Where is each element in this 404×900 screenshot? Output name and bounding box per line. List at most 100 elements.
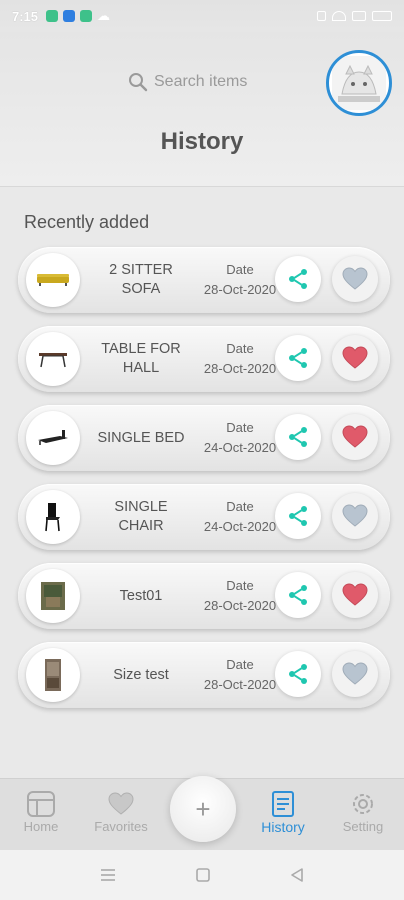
home-icon [27, 791, 55, 817]
favorite-button[interactable] [332, 414, 378, 460]
date-value: 24-Oct-2020 [203, 440, 277, 455]
sofa-icon [37, 274, 69, 286]
share-icon [289, 269, 307, 289]
nav-favorites[interactable]: Favorites [86, 789, 156, 834]
heart-icon [342, 504, 368, 527]
share-icon [289, 664, 307, 684]
share-button[interactable] [275, 651, 321, 697]
battery-icon [372, 11, 392, 21]
avatar-image [332, 56, 386, 110]
bottom-nav: Home Favorites + History Setting [0, 776, 404, 850]
favorite-button[interactable] [332, 256, 378, 302]
date-label: Date [226, 657, 254, 672]
nav-setting-label: Setting [342, 819, 384, 834]
list-item[interactable]: SINGLE BED Date 24-Oct-2020 [18, 405, 390, 471]
notification-icon [63, 10, 76, 22]
heart-icon [342, 583, 368, 606]
chair-icon [45, 503, 60, 532]
status-time: 7:15 [12, 8, 39, 24]
bed-icon [38, 430, 68, 445]
heart-icon [342, 346, 368, 369]
wifi-icon [332, 11, 346, 21]
share-button[interactable] [275, 414, 321, 460]
item-date-block: Date 24-Oct-2020 [200, 418, 280, 458]
item-thumbnail [26, 490, 80, 544]
favorite-button[interactable] [332, 572, 378, 618]
share-button[interactable] [275, 335, 321, 381]
nav-home[interactable]: Home [6, 789, 76, 834]
item-thumbnail [26, 332, 80, 386]
history-list: 2 SITTER SOFA Date 28-Oct-2020 TABLE FOR… [18, 247, 390, 721]
nav-history-label: History [261, 819, 305, 835]
list-item[interactable]: Size test Date 28-Oct-2020 [18, 642, 390, 708]
share-button[interactable] [275, 256, 321, 302]
heart-icon [342, 267, 368, 290]
gear-icon [353, 794, 373, 814]
nav-favorites-label: Favorites [94, 819, 148, 834]
item-thumbnail [26, 569, 80, 623]
date-value: 24-Oct-2020 [203, 519, 277, 534]
cloud-icon: ☁ [97, 8, 111, 23]
date-value: 28-Oct-2020 [203, 361, 277, 376]
search-box[interactable]: Search items [128, 72, 247, 92]
item-thumbnail [26, 253, 80, 307]
heart-icon [108, 792, 134, 815]
page-title: History [160, 128, 244, 155]
search-icon [129, 73, 148, 92]
item-thumbnail [26, 648, 80, 702]
list-item[interactable]: SINGLE CHAIR Date 24-Oct-2020 [18, 484, 390, 550]
item-name: SINGLE CHAIR [114, 499, 168, 534]
avatar[interactable] [326, 50, 392, 116]
add-button[interactable]: + [170, 776, 236, 842]
share-button[interactable] [275, 572, 321, 618]
date-value: 28-Oct-2020 [203, 598, 277, 613]
system-nav-bar [0, 850, 404, 900]
date-value: 28-Oct-2020 [203, 677, 277, 692]
item-date-block: Date 28-Oct-2020 [200, 339, 280, 379]
notification-icon [46, 10, 59, 22]
status-icons [317, 11, 392, 21]
table-icon [39, 353, 67, 368]
item-date-block: Date 28-Oct-2020 [200, 655, 280, 695]
favorite-button[interactable] [332, 335, 378, 381]
search-placeholder: Search items [154, 73, 248, 90]
item-date-block: Date 28-Oct-2020 [200, 260, 280, 300]
nav-setting[interactable]: Setting [328, 789, 398, 834]
list-item[interactable]: Test01 Date 28-Oct-2020 [18, 563, 390, 629]
list-item[interactable]: 2 SITTER SOFA Date 28-Oct-2020 [18, 247, 390, 313]
heart-icon [342, 425, 368, 448]
list-item[interactable]: TABLE FOR HALL Date 28-Oct-2020 [18, 326, 390, 392]
item-name: SINGLE BED [97, 429, 185, 446]
photo-icon [41, 582, 65, 610]
favorite-button[interactable] [332, 651, 378, 697]
share-button[interactable] [275, 493, 321, 539]
menu-icon[interactable] [100, 868, 116, 882]
status-bar: 7:15 ☁ [0, 0, 404, 32]
date-label: Date [226, 341, 254, 356]
item-thumbnail [26, 411, 80, 465]
photo-icon [45, 659, 61, 691]
item-name: Size test [113, 666, 169, 683]
item-date-block: Date 28-Oct-2020 [200, 576, 280, 616]
notification-icon [80, 10, 93, 22]
date-value: 28-Oct-2020 [203, 282, 277, 297]
item-date-block: Date 24-Oct-2020 [200, 497, 280, 537]
sim-icon [352, 11, 366, 21]
share-icon [289, 585, 307, 605]
home-square-icon[interactable] [196, 868, 210, 882]
date-label: Date [226, 578, 254, 593]
share-icon [289, 427, 307, 447]
heart-icon [342, 662, 368, 685]
back-icon[interactable] [290, 868, 304, 882]
date-label: Date [226, 262, 254, 277]
history-icon [272, 791, 294, 817]
share-icon [289, 348, 307, 368]
item-name: Test01 [119, 587, 163, 604]
vibrate-icon [317, 11, 326, 21]
nav-history[interactable]: History [248, 789, 318, 835]
nav-home-label: Home [23, 819, 59, 834]
favorite-button[interactable] [332, 493, 378, 539]
share-icon [289, 506, 307, 526]
section-label: Recently added [24, 212, 150, 232]
item-name: 2 SITTER SOFA [109, 262, 173, 297]
